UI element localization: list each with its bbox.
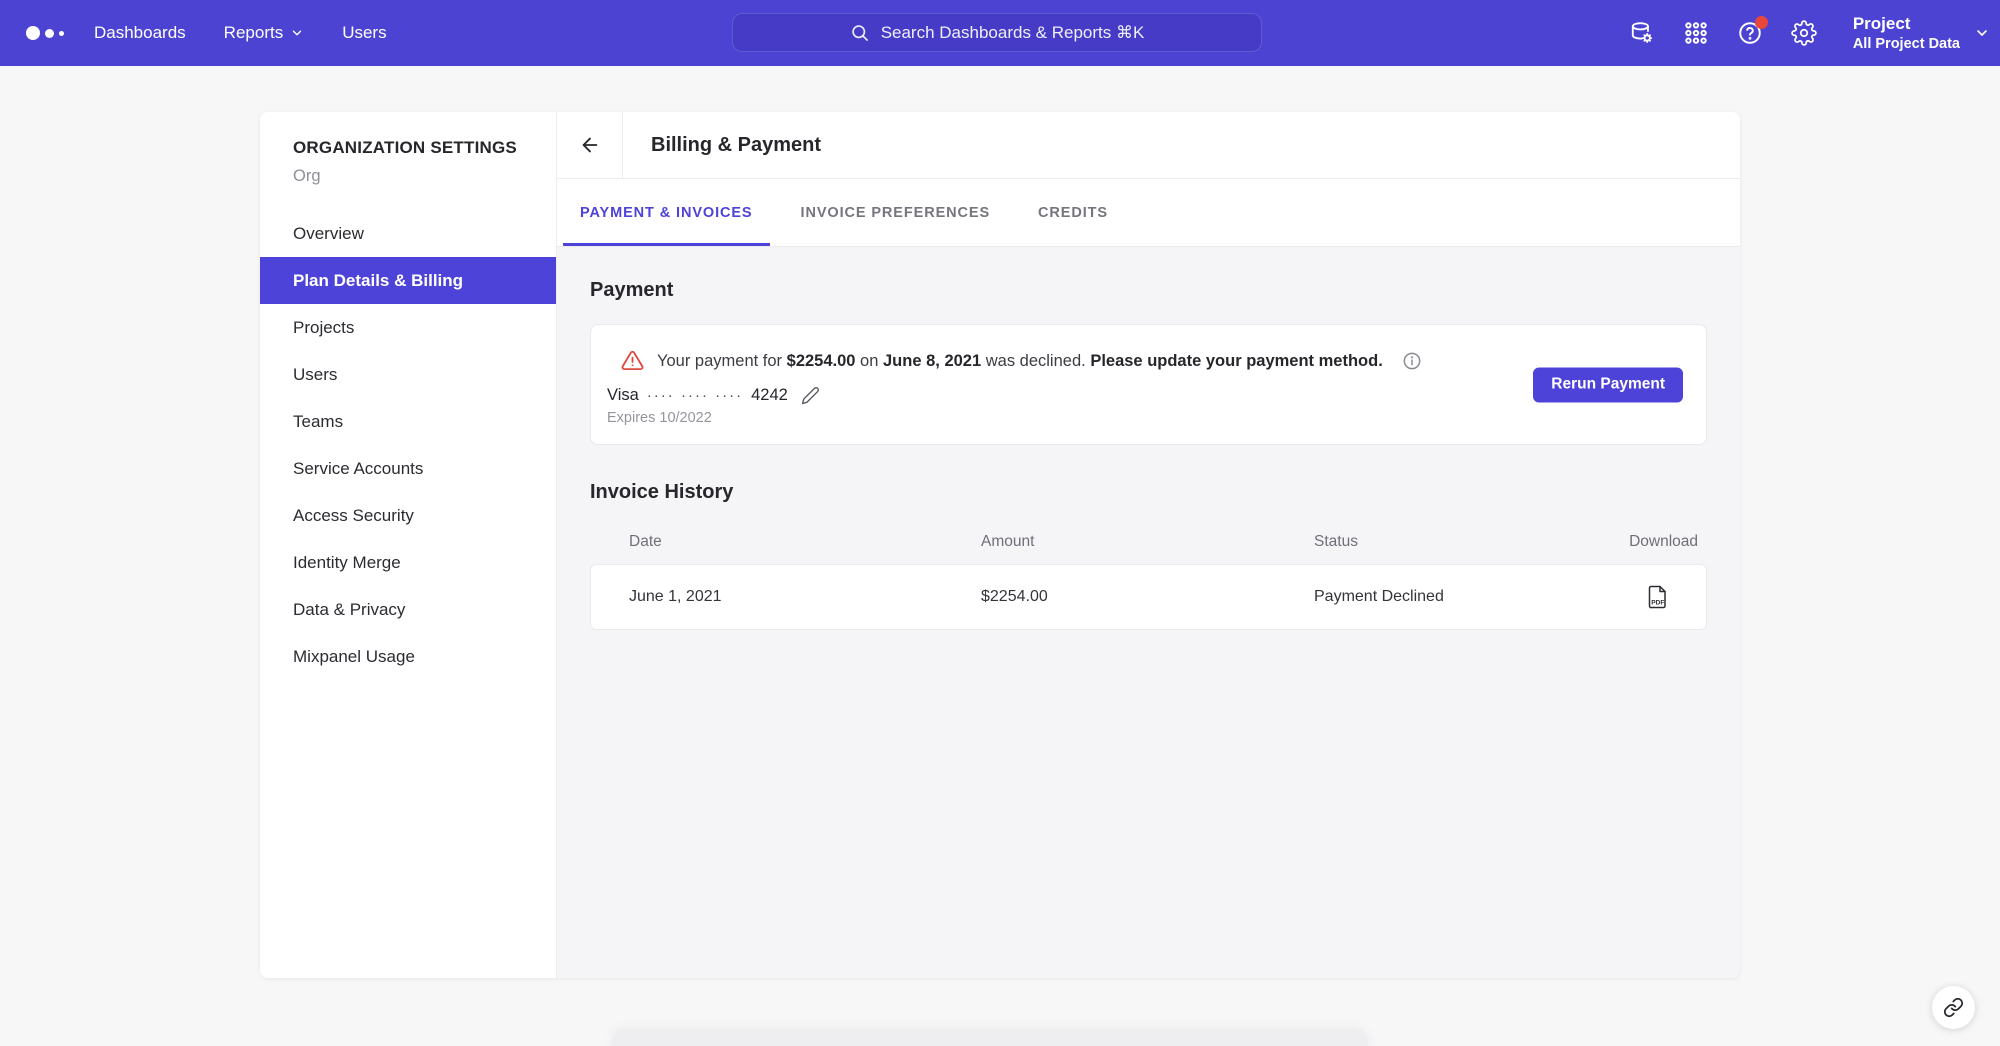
help-notification-badge xyxy=(1755,16,1768,29)
sidebar-item-overview[interactable]: Overview xyxy=(260,210,556,257)
data-management-icon[interactable] xyxy=(1629,20,1655,46)
back-button[interactable] xyxy=(557,112,623,179)
alert-date: June 8, 2021 xyxy=(883,352,981,370)
invoice-date: June 1, 2021 xyxy=(629,588,981,606)
download-pdf-icon[interactable]: PDF xyxy=(1646,585,1668,609)
tab-credits[interactable]: CREDITS xyxy=(1021,179,1125,246)
column-header-amount: Amount xyxy=(981,533,1314,551)
alert-amount: $2254.00 xyxy=(787,352,856,370)
card-last4: 4242 xyxy=(751,386,788,405)
help-icon[interactable] xyxy=(1737,20,1763,46)
invoice-amount: $2254.00 xyxy=(981,588,1314,606)
tab-content: Payment Your payment for $2254.00 on Jun… xyxy=(557,247,1740,978)
mixpanel-logo[interactable] xyxy=(26,26,64,40)
sidebar-item-users[interactable]: Users xyxy=(260,351,556,398)
card-brand: Visa xyxy=(607,386,639,405)
primary-nav: Dashboards Reports Users xyxy=(94,23,387,43)
svg-text:PDF: PDF xyxy=(1651,600,1664,607)
project-value: All Project Data xyxy=(1853,35,1960,53)
org-settings-sidebar: ORGANIZATION SETTINGS Org Overview Plan … xyxy=(260,112,557,978)
sidebar-item-access-security[interactable]: Access Security xyxy=(260,492,556,539)
project-switcher[interactable]: Project All Project Data xyxy=(1853,13,1960,52)
page-title: Billing & Payment xyxy=(623,134,821,157)
nav-item-users[interactable]: Users xyxy=(342,23,386,43)
copy-link-button[interactable] xyxy=(1932,986,1975,1029)
tab-payment-invoices[interactable]: PAYMENT & INVOICES xyxy=(563,179,770,246)
sidebar-heading: ORGANIZATION SETTINGS xyxy=(293,138,556,158)
alert-strong: Please update your payment method. xyxy=(1090,352,1383,370)
rerun-payment-button[interactable]: Rerun Payment xyxy=(1533,367,1683,402)
payment-declined-alert: Your payment for $2254.00 on June 8, 202… xyxy=(607,349,1536,372)
sidebar-item-mixpanel-usage[interactable]: Mixpanel Usage xyxy=(260,633,556,680)
card-expiry: Expires 10/2022 xyxy=(607,410,1536,426)
column-header-status: Status xyxy=(1314,533,1583,551)
top-navbar: Dashboards Reports Users Search Dashboar… xyxy=(0,0,2000,66)
sidebar-item-service-accounts[interactable]: Service Accounts xyxy=(260,445,556,492)
logo-dot xyxy=(45,29,54,38)
bottom-sheet-shadow xyxy=(612,1030,1368,1046)
card-masked-digits: ···· ···· ···· xyxy=(647,387,743,404)
invoice-row: June 1, 2021 $2254.00 Payment Declined P… xyxy=(590,564,1707,630)
nav-item-dashboards[interactable]: Dashboards xyxy=(94,23,186,43)
edit-pencil-icon[interactable] xyxy=(801,386,820,405)
logo-dot xyxy=(26,26,40,40)
billing-main: Billing & Payment PAYMENT & INVOICES INV… xyxy=(557,112,1740,978)
nav-item-reports[interactable]: Reports xyxy=(224,23,305,43)
payment-card: Your payment for $2254.00 on June 8, 202… xyxy=(590,324,1707,445)
project-label: Project xyxy=(1853,13,1960,34)
column-header-date: Date xyxy=(629,533,981,551)
logo-dot xyxy=(59,31,64,36)
sidebar-item-data-privacy[interactable]: Data & Privacy xyxy=(260,586,556,633)
org-name: Org xyxy=(293,167,556,186)
sidebar-item-teams[interactable]: Teams xyxy=(260,398,556,445)
chevron-down-icon[interactable] xyxy=(1974,25,1990,41)
warning-triangle-icon xyxy=(621,349,644,372)
sidebar-item-plan-details-billing[interactable]: Plan Details & Billing xyxy=(260,257,556,304)
search-placeholder: Search Dashboards & Reports ⌘K xyxy=(881,23,1145,43)
info-icon[interactable] xyxy=(1402,351,1422,371)
billing-tabs: PAYMENT & INVOICES INVOICE PREFERENCES C… xyxy=(557,179,1740,247)
sidebar-items: Overview Plan Details & Billing Projects… xyxy=(260,210,556,680)
gear-icon[interactable] xyxy=(1791,20,1817,46)
settings-panel: ORGANIZATION SETTINGS Org Overview Plan … xyxy=(260,112,1740,978)
arrow-left-icon xyxy=(579,134,601,156)
tab-invoice-preferences[interactable]: INVOICE PREFERENCES xyxy=(784,179,1008,246)
alert-text: Your payment for $2254.00 on June 8, 202… xyxy=(657,350,1383,372)
card-on-file: Visa ···· ···· ···· 4242 xyxy=(607,386,1536,405)
link-icon xyxy=(1943,997,1964,1018)
column-header-download: Download xyxy=(1583,533,1703,551)
nav-right-cluster: Project All Project Data xyxy=(1629,0,1990,66)
sidebar-item-identity-merge[interactable]: Identity Merge xyxy=(260,539,556,586)
search-input[interactable]: Search Dashboards & Reports ⌘K xyxy=(732,13,1262,52)
invoice-status: Payment Declined xyxy=(1314,588,1582,606)
search-icon xyxy=(850,23,870,43)
invoice-table-header: Date Amount Status Download xyxy=(590,524,1707,560)
nav-item-label: Reports xyxy=(224,23,284,43)
sidebar-item-projects[interactable]: Projects xyxy=(260,304,556,351)
apps-grid-icon[interactable] xyxy=(1683,20,1709,46)
chevron-down-icon xyxy=(290,26,304,40)
payment-section-title: Payment xyxy=(590,279,1707,302)
page-header: Billing & Payment xyxy=(557,112,1740,179)
invoice-history-title: Invoice History xyxy=(590,481,1707,504)
